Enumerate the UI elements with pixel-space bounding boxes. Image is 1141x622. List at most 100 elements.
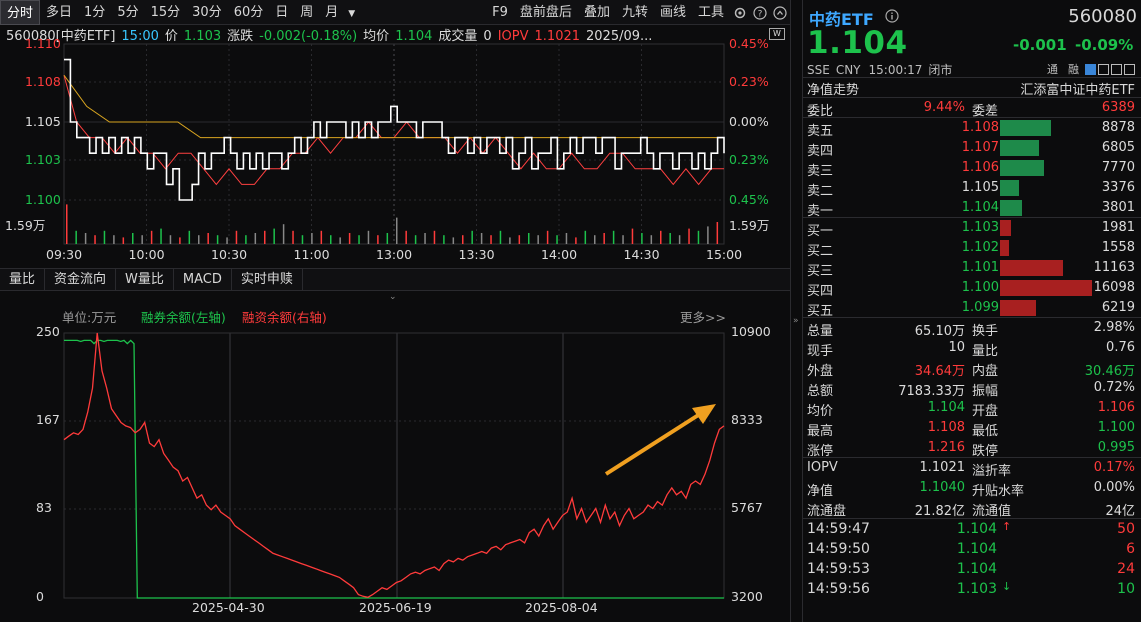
trade-volume: 50 (1117, 521, 1135, 537)
level-label: 买四 (807, 284, 834, 299)
trade-volume: 24 (1117, 561, 1135, 577)
last-price: 1.104 (807, 25, 908, 61)
stat-label: 外盘 (807, 364, 834, 379)
plot-frame (63, 332, 725, 599)
stat-label: 溢折率 (972, 464, 1012, 479)
trade-price: 1.103 (956, 581, 997, 597)
level-price: 1.099 (961, 300, 999, 315)
date-tick: 2025-04-30 (192, 600, 265, 615)
left-axis-tick: 167 (36, 412, 60, 427)
ask-row[interactable]: 卖三 1.106 7770 (803, 158, 1141, 179)
tag-margin: 融 (1068, 63, 1079, 76)
right-axis-tick: 3200 (731, 589, 763, 604)
level-label: 卖二 (807, 184, 834, 199)
link-icon[interactable] (1098, 63, 1109, 75)
trade-row: 14:59:53 1.104 24 (803, 560, 1141, 580)
level-label: 买一 (807, 224, 834, 239)
level-price: 1.102 (961, 240, 999, 255)
ask-row[interactable]: 卖一 1.104 3801 (803, 198, 1141, 219)
depth-bar (1000, 140, 1039, 156)
bid-row[interactable]: 买三 1.101 11163 (803, 258, 1141, 279)
stat-value: 7183.33万 (898, 384, 965, 399)
level-volume: 1558 (1101, 240, 1135, 255)
stat-value: 10 (948, 340, 965, 355)
tag-connect: 通 (1047, 63, 1058, 76)
weicha-value: 6389 (1101, 100, 1135, 115)
ask-row[interactable]: 卖四 1.107 6805 (803, 138, 1141, 159)
level-volume: 3376 (1101, 180, 1135, 195)
level-label: 卖四 (807, 144, 834, 159)
level-label: 卖五 (807, 124, 834, 139)
expand-icon[interactable] (1124, 63, 1135, 75)
stat-row: 涨停 1.216 跌停 0.995 (803, 438, 1141, 459)
short-balance-line (64, 339, 724, 599)
trade-time: 14:59:50 (807, 541, 870, 557)
level-price: 1.103 (961, 220, 999, 235)
nav-trend-link[interactable]: 净值走势 (807, 79, 859, 98)
level-label: 买三 (807, 264, 834, 279)
bid-row[interactable]: 买四 1.100 16098 (803, 278, 1141, 299)
panel-splitter[interactable]: » (790, 0, 803, 622)
level-price: 1.107 (961, 140, 999, 155)
stat-label: 流通盘 (807, 504, 847, 519)
trade-row: 14:59:47 1.104 ↑ 50 (803, 520, 1141, 540)
stat-row: 净值 1.1040 升贴水率 0.00% (803, 478, 1141, 499)
ask-row[interactable]: 卖二 1.105 3376 (803, 178, 1141, 199)
ask-row[interactable]: 卖五 1.108 8878 (803, 118, 1141, 139)
stat-value: 0.17% (1093, 460, 1135, 475)
stat-label: 量比 (972, 344, 999, 359)
bid-row[interactable]: 买一 1.103 1981 (803, 218, 1141, 239)
stat-label: 均价 (807, 404, 834, 419)
level-volume: 11163 (1093, 260, 1135, 275)
bid-row[interactable]: 买五 1.099 6219 (803, 298, 1141, 319)
currency: CNY (835, 62, 861, 77)
stat-value: 1.216 (927, 440, 965, 455)
stat-label: 净值 (807, 484, 834, 499)
level-volume: 3801 (1101, 200, 1135, 215)
arrow-down-icon: ↓ (1002, 580, 1012, 593)
stat-row: 总量 65.10万 换手 2.98% (803, 318, 1141, 339)
edit-icon[interactable] (1085, 63, 1096, 75)
level-volume: 6805 (1101, 140, 1135, 155)
arrow-up-icon: ↑ (1002, 520, 1012, 533)
level-price: 1.105 (961, 180, 999, 195)
left-axis-tick: 250 (36, 324, 60, 339)
legend-margin-balance: 融资余额(右轴) (242, 310, 327, 325)
level-price: 1.100 (961, 280, 999, 295)
depth-bar (1000, 220, 1012, 236)
margin-balance-chart[interactable] (0, 0, 790, 622)
level-price: 1.108 (961, 120, 999, 135)
stat-value: 0.995 (1097, 440, 1135, 455)
trend-arrow (604, 412, 702, 476)
depth-bar (1000, 280, 1092, 296)
trade-volume: 10 (1117, 581, 1135, 597)
market-status: 闭市 (928, 63, 953, 77)
stat-value: 1.100 (1097, 420, 1135, 435)
stat-label: 升贴水率 (972, 484, 1025, 499)
level-price: 1.101 (961, 260, 999, 275)
trade-price: 1.104 (956, 521, 997, 537)
stat-value: 30.46万 (1084, 364, 1135, 379)
right-axis-tick: 10900 (731, 324, 771, 339)
trade-row: 14:59:56 1.103 ↓ 10 (803, 580, 1141, 600)
more-link[interactable]: 更多>> (680, 307, 726, 326)
grid-icon[interactable] (1111, 63, 1122, 75)
trade-time: 14:59:47 (807, 521, 870, 537)
stat-label: 总额 (807, 384, 834, 399)
stat-label: 最低 (972, 424, 999, 439)
bid-row[interactable]: 买二 1.102 1558 (803, 238, 1141, 259)
margin-unit-label: 单位:万元 (62, 310, 117, 325)
level-label: 买二 (807, 244, 834, 259)
stat-value: 1.1021 (919, 460, 966, 475)
expand-panel-icon[interactable]: » (793, 316, 799, 326)
stat-label: 流通值 (972, 504, 1012, 519)
depth-bar (1000, 240, 1010, 256)
stat-row: 现手 10 量比 0.76 (803, 338, 1141, 359)
quote-time: 15:00:17 (868, 62, 923, 77)
depth-bar (1000, 160, 1045, 176)
fund-name: 汇添富中证中药ETF (1020, 83, 1135, 98)
stat-row: 最高 1.108 最低 1.100 (803, 418, 1141, 439)
trade-time: 14:59:53 (807, 561, 870, 577)
level-price: 1.106 (961, 160, 999, 175)
depth-bar (1000, 120, 1051, 136)
